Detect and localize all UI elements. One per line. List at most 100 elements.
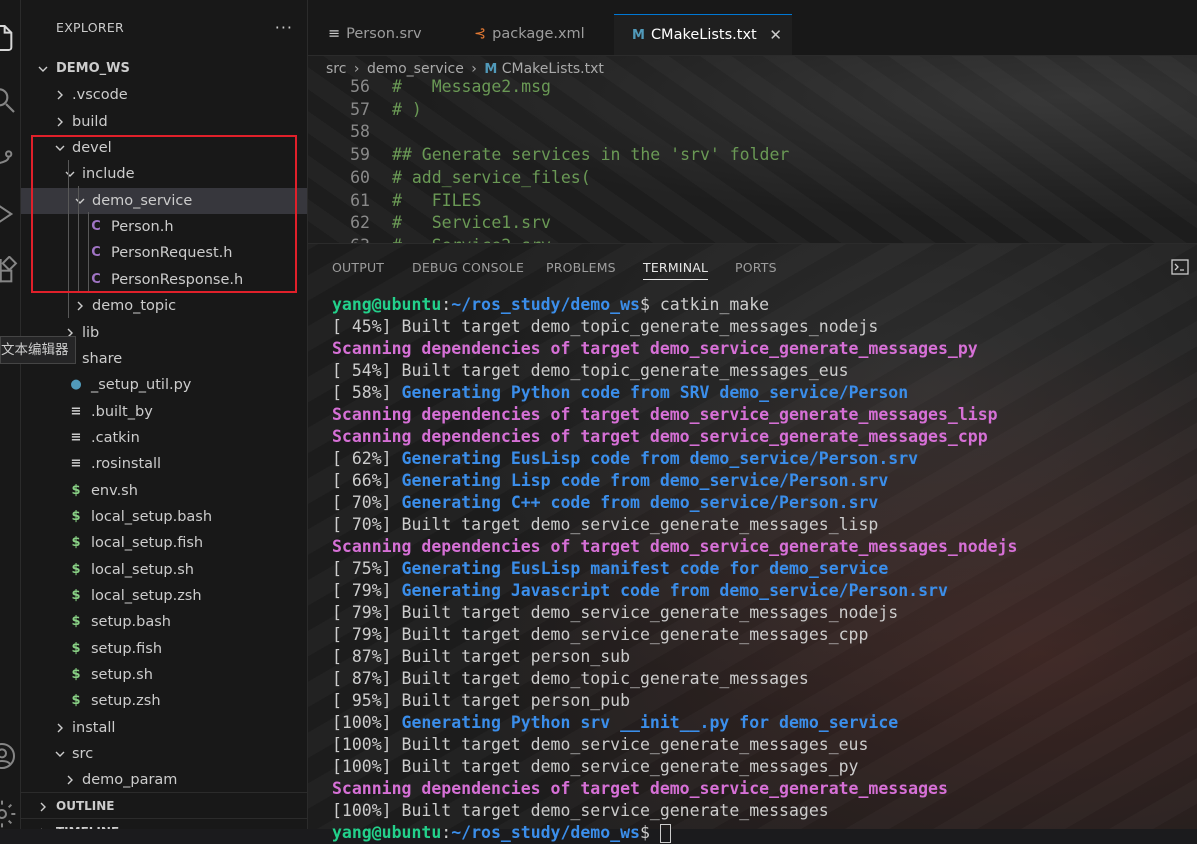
tree-item[interactable]: C PersonResponse.h: [21, 267, 307, 293]
tab-debug-console[interactable]: DEBUG CONSOLE: [412, 260, 524, 275]
tab-person-srv[interactable]: ≡ Person.srv: [308, 14, 454, 55]
tree-item[interactable]: C Person.h: [21, 214, 307, 240]
tree-item-label: setup.zsh: [91, 693, 161, 710]
terminal-line: [ 87%] Built target person_sub: [332, 646, 1197, 668]
lines-icon: ≡: [328, 26, 341, 42]
chevron-right-icon: [73, 293, 87, 319]
run-debug-icon[interactable]: [0, 198, 18, 230]
terminal-text: [100%] Built target demo_service_generat…: [332, 757, 859, 776]
indent-guide: [68, 160, 69, 318]
shell-file-icon: $: [71, 535, 81, 551]
bottom-panel: OUTPUT DEBUG CONSOLE PROBLEMS TERMINAL P…: [308, 243, 1197, 843]
tree-item[interactable]: $ setup.fish: [21, 636, 307, 662]
tree-item[interactable]: $ local_setup.sh: [21, 557, 307, 583]
more-actions-icon[interactable]: ···: [275, 18, 293, 37]
shell-file-icon: $: [71, 614, 81, 630]
m-icon: M: [632, 28, 645, 43]
timeline-label: TIMELINE: [56, 819, 119, 829]
explorer-icon[interactable]: [0, 22, 18, 54]
tree-item-label: share: [82, 350, 123, 367]
tree-item[interactable]: ≡ .rosinstall: [21, 451, 307, 477]
code-text: # Service1.srv: [392, 213, 551, 233]
terminal-text: [ 95%] Built target person_pub: [332, 691, 631, 710]
indent-guide: [88, 212, 89, 292]
terminal-output[interactable]: yang@ubuntu:~/ros_study/demo_ws$ catkin_…: [332, 294, 1197, 844]
tab-problems[interactable]: PROBLEMS: [546, 260, 616, 275]
tree-item-label: build: [72, 113, 108, 130]
close-icon[interactable]: ✕: [769, 15, 782, 56]
breadcrumb-src[interactable]: src: [326, 61, 346, 77]
tree-item[interactable]: $ setup.zsh: [21, 688, 307, 714]
terminal-text: Generating Javascript code from demo_ser…: [401, 581, 948, 600]
c-file-icon: C: [91, 245, 101, 261]
tab-output[interactable]: OUTPUT: [332, 260, 384, 275]
breadcrumb-file[interactable]: CMakeLists.txt: [502, 61, 604, 77]
code-line: 62 # Service1.srv: [308, 212, 1197, 234]
shell-file-icon: $: [71, 667, 81, 683]
terminal-text: [ 79%]: [332, 581, 402, 600]
code-text: ## Generate services in the 'srv' folder: [392, 145, 790, 165]
line-number: 60: [350, 167, 370, 187]
source-control-icon[interactable]: [0, 142, 18, 174]
tree-item[interactable]: build: [21, 109, 307, 135]
terminal-line: [100%] Built target demo_service_generat…: [332, 800, 1197, 822]
tree-item[interactable]: $ setup.bash: [21, 609, 307, 635]
tree-item-label: demo_service: [92, 192, 193, 209]
tree-item[interactable]: $ local_setup.fish: [21, 530, 307, 556]
terminal-text: [100%]: [332, 713, 402, 732]
tree-item[interactable]: .vscode: [21, 82, 307, 108]
text-file-icon: ≡: [70, 403, 82, 419]
terminal-text: [ 79%] Built target demo_service_generat…: [332, 603, 899, 622]
search-icon[interactable]: [0, 84, 18, 116]
line-number: 58: [350, 122, 370, 142]
tree-item-label: env.sh: [91, 482, 138, 499]
tree-item[interactable]: ≡ .built_by: [21, 399, 307, 425]
terminal-text: Scanning dependencies of target demo_ser…: [332, 427, 988, 446]
terminal-text: [ 45%] Built target demo_topic_generate_…: [332, 317, 879, 336]
settings-gear-icon[interactable]: [0, 798, 18, 830]
terminal-text: [ 54%] Built target demo_topic_generate_…: [332, 361, 849, 380]
line-number: 62: [350, 213, 370, 233]
tree-item[interactable]: ≡ .catkin: [21, 425, 307, 451]
terminal-text: Scanning dependencies of target demo_ser…: [332, 779, 948, 798]
terminal-icon[interactable]: [1171, 258, 1189, 276]
tree-item[interactable]: C PersonRequest.h: [21, 240, 307, 266]
tab-cmakelists[interactable]: M CMakeLists.txt ✕: [614, 14, 792, 55]
code-text: # add_service_files(: [392, 167, 591, 187]
breadcrumb-demo-service[interactable]: demo_service: [367, 61, 464, 77]
shell-file-icon: $: [71, 508, 81, 524]
tree-item[interactable]: $ env.sh: [21, 478, 307, 504]
tree-item-label: demo_topic: [92, 298, 177, 315]
outline-section[interactable]: OUTLINE: [21, 792, 307, 819]
shell-file-icon: $: [71, 693, 81, 709]
extensions-icon[interactable]: [0, 255, 18, 288]
tree-item[interactable]: $ setup.sh: [21, 662, 307, 688]
tree-item[interactable]: install: [21, 715, 307, 741]
c-file-icon: C: [91, 271, 101, 287]
tree-item[interactable]: demo_service: [21, 187, 307, 214]
tree-item[interactable]: $ local_setup.bash: [21, 504, 307, 530]
tree-item[interactable]: src: [21, 741, 307, 767]
terminal-text: [ 70%]: [332, 493, 402, 512]
code-line: 56 # Message2.msg: [308, 76, 1197, 98]
code-text: # Message2.msg: [392, 77, 551, 96]
tree-item-label: _setup_util.py: [91, 377, 192, 394]
tree-item-label: setup.fish: [91, 640, 163, 657]
tab-package-xml[interactable]: ⊰ package.xml: [454, 14, 614, 55]
editor-area: ≡ Person.srv ⊰ package.xml M CMakeLists.txt…: [308, 0, 1197, 255]
tree-item[interactable]: ● _setup_util.py: [21, 372, 307, 398]
terminal-line: [ 45%] Built target demo_topic_generate_…: [332, 316, 1197, 338]
tab-terminal[interactable]: TERMINAL: [643, 260, 709, 280]
timeline-section[interactable]: TIMELINE: [21, 818, 307, 829]
tree-item-label: Person.h: [111, 219, 174, 236]
tree-item-label: demo_param: [82, 772, 178, 789]
tree-item[interactable]: include: [21, 161, 307, 187]
tree-item[interactable]: demo_topic: [21, 293, 307, 319]
tree-item[interactable]: $ local_setup.zsh: [21, 583, 307, 609]
tab-ports[interactable]: PORTS: [735, 260, 777, 275]
tree-item[interactable]: devel: [21, 135, 307, 161]
account-icon[interactable]: [0, 740, 18, 772]
terminal-line: [ 70%] Generating C++ code from demo_ser…: [332, 492, 1197, 514]
tree-root-folder[interactable]: DEMO_WS: [21, 56, 307, 82]
tree-item[interactable]: demo_param: [21, 767, 307, 793]
